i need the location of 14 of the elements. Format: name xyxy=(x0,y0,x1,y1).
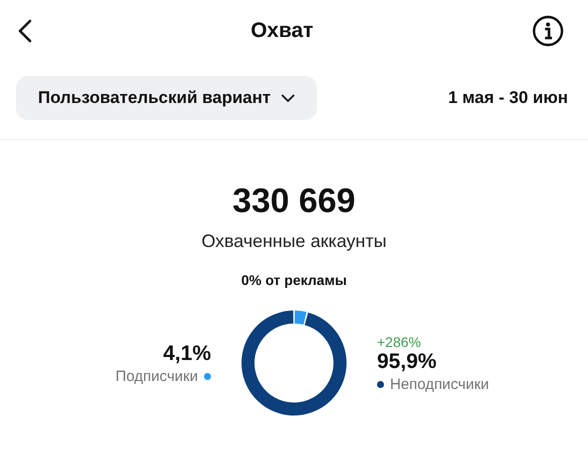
percent-value: 95,9% xyxy=(377,350,437,374)
change-percent: +286% xyxy=(377,334,421,350)
legend-label: Подписчики xyxy=(115,368,198,384)
period-dropdown[interactable]: Пользовательский вариант xyxy=(16,76,317,120)
ads-share: 0% от рекламы xyxy=(240,272,348,288)
screen-title: Охват xyxy=(250,19,314,43)
total-count: 330 669 xyxy=(232,182,356,221)
back-icon[interactable] xyxy=(18,19,32,43)
legend-label: Неподписчики xyxy=(390,376,490,392)
date-range[interactable]: 1 мая - 30 июн xyxy=(448,88,568,108)
total-caption: Охваченные аккаунты xyxy=(200,231,388,252)
chevron-down-icon xyxy=(280,94,295,102)
info-icon[interactable] xyxy=(532,15,564,47)
percent-value: 4,1% xyxy=(163,342,211,366)
